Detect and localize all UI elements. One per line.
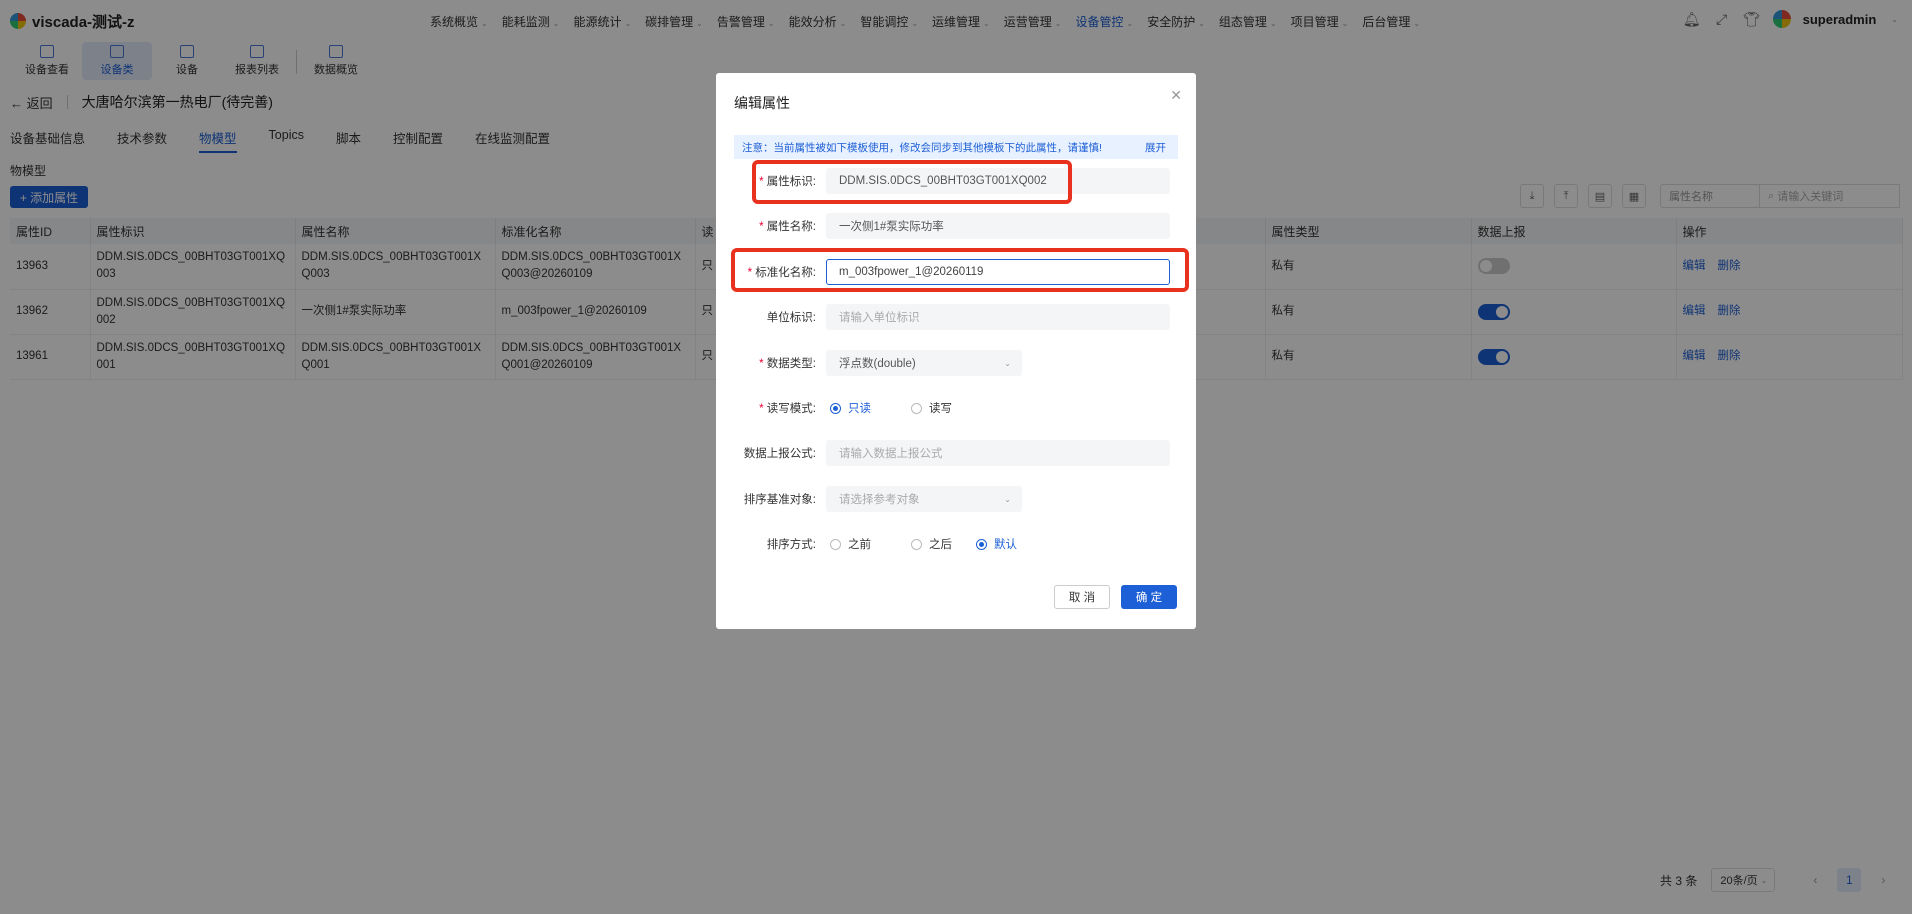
radio-checked-icon <box>830 402 841 414</box>
required-mark: * <box>759 358 767 370</box>
required-mark: * <box>759 403 767 415</box>
field-label: 排序方式: <box>766 539 816 551</box>
unit-input[interactable]: 请输入单位标识 <box>826 304 1170 330</box>
data-type-select[interactable]: 浮点数(double) ⌄ <box>826 350 1022 376</box>
field-label: 单位标识: <box>766 312 816 324</box>
field-label: * 属性名称: <box>716 218 826 234</box>
radio-unchecked-icon <box>911 402 922 414</box>
name-input[interactable]: 一次侧1#泵实际功率 <box>826 213 1170 239</box>
highlight-box-std-name <box>731 248 1189 292</box>
radio-label: 只读 <box>848 403 871 415</box>
radio-unchecked-icon <box>830 538 841 550</box>
confirm-button[interactable]: 确 定 <box>1121 585 1177 609</box>
field-formula: 数据上报公式: 请输入数据上报公式 <box>716 440 1196 466</box>
radio-readwrite[interactable]: 读写 <box>911 400 952 416</box>
radio-after[interactable]: 之后 <box>911 536 952 552</box>
field-dtype: * 数据类型: 浮点数(double) ⌄ <box>716 350 1196 376</box>
label-text: 属性名称: <box>766 221 816 233</box>
notice-text: 注意：当前属性被如下模板使用，修改会同步到其他模板下的此属性，请谨慎! <box>742 141 1102 154</box>
required-mark: * <box>759 221 767 233</box>
close-icon[interactable]: ✕ <box>1170 87 1182 104</box>
field-label: * 数据类型: <box>716 355 826 371</box>
dialog-title: 编辑属性 <box>734 95 790 111</box>
radio-before[interactable]: 之前 <box>830 536 871 552</box>
ref-object-select[interactable]: 请选择参考对象 ⌄ <box>826 486 1022 512</box>
edit-property-dialog: 编辑属性 ✕ 注意：当前属性被如下模板使用，修改会同步到其他模板下的此属性，请谨… <box>716 73 1196 629</box>
field-label: 数据上报公式: <box>743 448 816 460</box>
radio-readonly[interactable]: 只读 <box>830 400 871 416</box>
cancel-button[interactable]: 取 消 <box>1054 585 1110 609</box>
radio-label: 读写 <box>929 403 952 415</box>
select-placeholder: 请选择参考对象 <box>839 494 920 506</box>
notice-expand-link[interactable]: 展开 <box>1145 140 1166 155</box>
field-order: 排序方式: 之前 之后 默认 <box>716 531 1196 557</box>
formula-input[interactable]: 请输入数据上报公式 <box>826 440 1170 466</box>
chevron-down-icon: ⌄ <box>1004 358 1011 368</box>
radio-label: 之前 <box>848 539 871 551</box>
select-value: 浮点数(double) <box>839 358 916 370</box>
radio-default[interactable]: 默认 <box>976 536 1017 552</box>
label-text: 读写模式: <box>766 403 816 415</box>
field-ref: 排序基准对象: 请选择参考对象 ⌄ <box>716 486 1196 512</box>
field-label: 排序基准对象: <box>743 494 816 506</box>
radio-unchecked-icon <box>911 538 922 550</box>
field-unit: 单位标识: 请输入单位标识 <box>716 304 1196 330</box>
radio-label: 之后 <box>929 539 952 551</box>
field-label: * 读写模式: <box>716 400 826 416</box>
label-text: 数据类型: <box>766 358 816 370</box>
radio-label: 默认 <box>994 539 1017 551</box>
highlight-box-ident <box>752 160 1072 204</box>
notice-banner: 注意：当前属性被如下模板使用，修改会同步到其他模板下的此属性，请谨慎! 展开 <box>734 135 1178 159</box>
field-name: * 属性名称: 一次侧1#泵实际功率 <box>716 213 1196 239</box>
field-rw: * 读写模式: 只读 读写 <box>716 395 1196 421</box>
radio-checked-icon <box>976 538 987 550</box>
chevron-down-icon: ⌄ <box>1004 494 1011 504</box>
